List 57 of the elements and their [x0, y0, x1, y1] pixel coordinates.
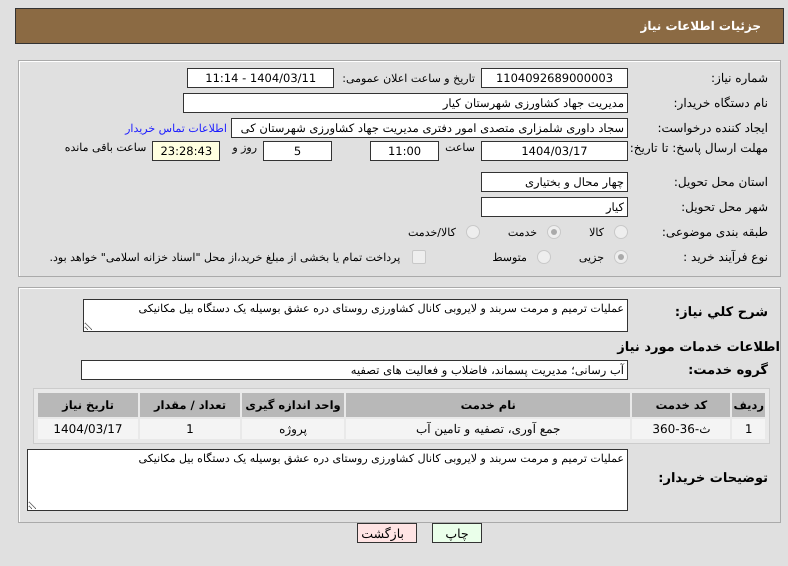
- field-label: تاریخ و ساعت اعلان عمومی:: [342, 72, 475, 84]
- column-header: ردیف: [732, 393, 765, 417]
- remaining-time-field[interactable]: 23:28:43: [152, 141, 220, 161]
- column-header: تعداد / مقدار: [140, 393, 240, 417]
- table-cell: پروژه: [242, 419, 344, 439]
- field-label: نوع فرآیند خرید :: [682, 250, 769, 264]
- field-label: ساعت: [445, 141, 475, 154]
- field-label: استان محل تحویل:: [672, 175, 769, 189]
- option-label: خدمت: [508, 226, 538, 238]
- option-label: جزیی: [578, 250, 604, 264]
- contact-link[interactable]: اطلاعات تماس خریدار: [125, 122, 227, 134]
- deadline-date-field[interactable]: 1404/03/17: [481, 141, 628, 161]
- checkbox-label: پرداخت تمام یا بخشی از مبلغ خرید،از محل "اسناد خزانه اسلامی" خواهد بود.: [50, 250, 400, 264]
- option-label: کالا: [589, 226, 604, 238]
- notes-field[interactable]: عملیات ترمیم و مرمت سربند و لایروبی کانال کشاورزی روستای دره عشق بوسیله یک دستگاه بیل مکانیکی: [27, 449, 628, 511]
- option-label: متوسط: [492, 250, 527, 264]
- field-label: ساعت باقی مانده: [64, 141, 146, 154]
- need-number-field[interactable]: 1104092689000003: [481, 68, 628, 88]
- field-label: روز و: [232, 141, 258, 154]
- field-label: شماره نیاز:: [710, 71, 769, 85]
- announce-date-field[interactable]: 1404/03/11 - 11:14: [187, 68, 334, 88]
- field-label: گروه خدمت:: [687, 362, 769, 378]
- field-label: طبقه بندی موضوعی:: [660, 225, 769, 239]
- page-title: جزئیات اطلاعات نیاز: [640, 19, 761, 33]
- section-heading: اطلاعات خدمات مورد نیاز: [617, 340, 780, 354]
- radio-button[interactable]: [466, 225, 480, 239]
- field-label: نام دستگاه خریدار:: [672, 96, 769, 110]
- column-header: تاریخ نیاز: [38, 393, 138, 417]
- table-cell: جمع آوری، تصفیه و تامین آب: [346, 419, 630, 439]
- days-field[interactable]: 5: [263, 141, 332, 161]
- column-header: کد خدمت: [632, 393, 730, 417]
- field-label: مهلت ارسال پاسخ: تا تاریخ:: [628, 141, 769, 155]
- radio-button[interactable]: [614, 250, 628, 264]
- radio-button[interactable]: [536, 250, 551, 264]
- summary-field[interactable]: عملیات ترمیم و مرمت سربند و لایروبی کانال کشاورزی روستای دره عشق بوسیله یک دستگاه بیل مکانیکی: [83, 299, 628, 332]
- field-label: شهر محل تحویل:: [680, 200, 769, 214]
- field-label: ایجاد کننده درخواست:: [656, 121, 769, 135]
- creator-field[interactable]: سجاد داوری شلمزاری متصدی امور دفتری مدیریت جهاد کشاورزی شهرستان کی: [231, 118, 628, 138]
- city-field[interactable]: کیار: [481, 197, 628, 217]
- print-button[interactable]: چاپ: [432, 523, 482, 543]
- buyer-field[interactable]: مدیریت جهاد کشاورزی شهرستان کیار: [183, 93, 628, 113]
- radio-button[interactable]: [614, 225, 628, 239]
- field-label: توضیحات خریدار:: [657, 470, 769, 486]
- deadline-time-field[interactable]: 11:00: [370, 141, 440, 161]
- radio-button[interactable]: [547, 225, 562, 239]
- table-cell: 1: [732, 419, 765, 439]
- table-cell: 1: [140, 419, 240, 439]
- column-header: واحد اندازه گیری: [242, 393, 344, 417]
- table-cell: ث-36-360: [632, 419, 730, 439]
- field-label: شرح کلي نياز:: [674, 305, 769, 320]
- province-field[interactable]: چهار محال و بختیاری: [481, 172, 628, 192]
- option-label: کالا/خدمت: [408, 226, 456, 238]
- column-header: نام خدمت: [346, 393, 630, 417]
- back-button[interactable]: بازگشت: [357, 523, 417, 543]
- checkbox[interactable]: [412, 250, 426, 264]
- table-cell: 1404/03/17: [38, 419, 138, 439]
- service-group-field[interactable]: آب رسانی؛ مدیریت پسماند، فاضلاب و فعالیت های تصفیه: [81, 360, 628, 380]
